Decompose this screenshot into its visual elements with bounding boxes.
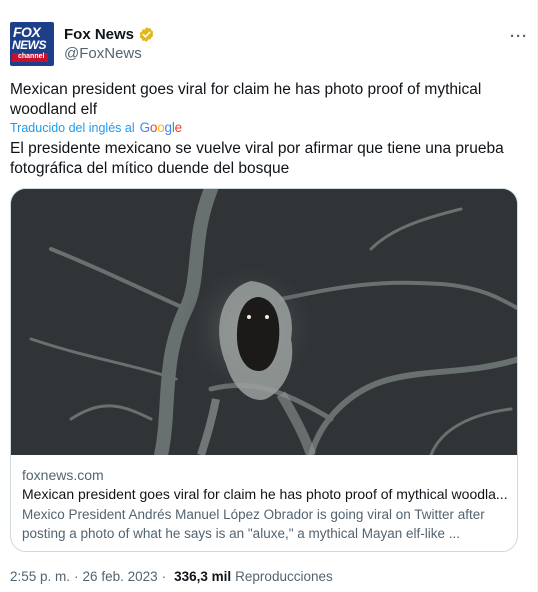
view-count: 336,3 mil <box>174 569 232 584</box>
tweet-text-original: Mexican president goes viral for claim h… <box>10 81 482 118</box>
author-handle[interactable]: @FoxNews <box>64 45 142 62</box>
meta-separator: · <box>74 569 79 584</box>
view-count-label: Reproducciones <box>235 569 333 584</box>
more-options-icon[interactable]: ··· <box>510 28 528 45</box>
avatar[interactable]: FOX NEWS channel <box>10 22 54 66</box>
tweet-date[interactable]: 26 feb. 2023 <box>83 569 158 584</box>
google-logo: Google <box>139 120 183 135</box>
avatar-logo-news: NEWS <box>12 38 47 52</box>
name-row: Fox News <box>64 26 155 43</box>
card-image[interactable] <box>11 189 517 455</box>
meta-separator: · <box>161 569 167 584</box>
verified-badge-icon <box>138 26 155 43</box>
translation-notice[interactable]: Traducido del inglés al Google <box>10 120 182 135</box>
translation-label: Traducido del inglés al <box>10 120 135 135</box>
tweet-header: FOX NEWS channel Fox News @FoxNews ··· <box>10 22 528 66</box>
tweet-time[interactable]: 2:55 p. m. <box>10 569 70 584</box>
link-card[interactable]: foxnews.com Mexican president goes viral… <box>10 188 518 552</box>
tweet-meta: 2:55 p. m. · 26 feb. 2023 · 336,3 mil Re… <box>10 569 333 584</box>
card-title[interactable]: Mexican president goes viral for claim h… <box>22 486 510 502</box>
avatar-logo-channel: channel <box>18 53 45 60</box>
card-description: Mexico President Andrés Manuel López Obr… <box>22 507 485 541</box>
card-domain: foxnews.com <box>22 467 104 483</box>
tweet: FOX NEWS channel Fox News @FoxNews ··· M… <box>0 0 538 592</box>
author-name[interactable]: Fox News <box>64 26 134 43</box>
tweet-text-translated: El presidente mexicano se vuelve viral p… <box>10 140 504 177</box>
